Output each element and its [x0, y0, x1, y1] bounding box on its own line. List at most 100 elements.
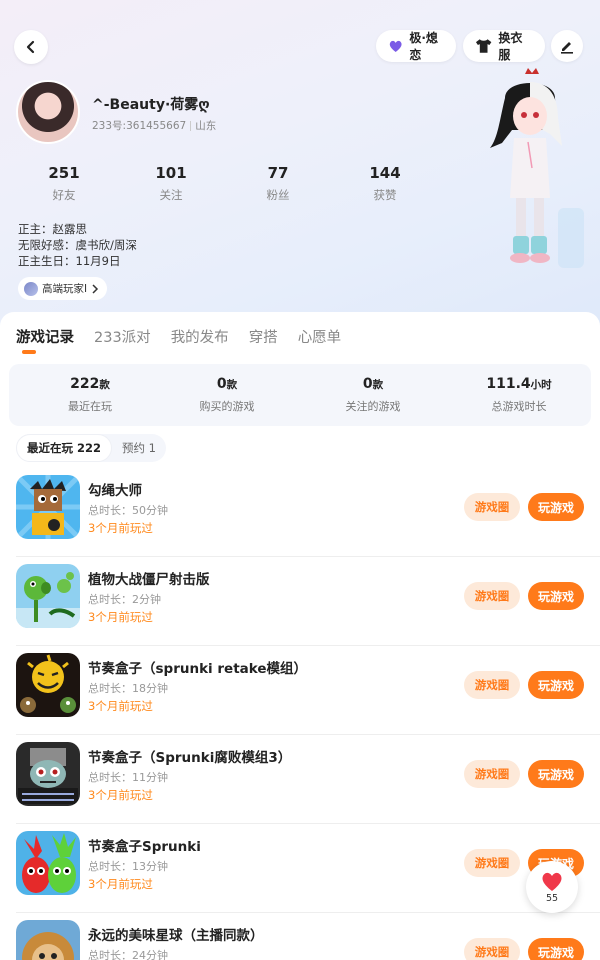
- game-last-played: 3个月前玩过: [88, 521, 153, 535]
- summary-recent[interactable]: 222款 最近在玩: [20, 376, 160, 414]
- summary-unit: 款: [99, 379, 110, 391]
- game-row[interactable]: 勾绳大师 总时长：50分钟 3个月前玩过 游戏圈 玩游戏: [0, 468, 600, 557]
- game-last-played: 3个月前玩过: [88, 877, 153, 891]
- chevron-right-icon: [92, 283, 99, 294]
- like-count: 55: [545, 893, 559, 904]
- game-row[interactable]: 永远的美味星球（主播同款） 总时长：24分钟 游戏圈 玩游戏: [0, 913, 600, 960]
- stat-followers[interactable]: 77 粉丝: [238, 164, 318, 203]
- summary-purchased[interactable]: 0款 购买的游戏: [157, 376, 297, 414]
- nickname: ^-Beauty·荷雾ღ: [92, 97, 210, 113]
- chevron-left-icon: [26, 40, 35, 54]
- play-game-button[interactable]: 玩游戏: [528, 582, 584, 610]
- summary-value: 0: [216, 376, 227, 392]
- game-row[interactable]: 节奏盒子（sprunki retake模组） 总时长：18分钟 3个月前玩过 游…: [0, 646, 600, 735]
- summary-total-time[interactable]: 111.4小时 总游戏时长: [449, 376, 589, 414]
- tab-wishlist[interactable]: 心愿单: [298, 326, 342, 347]
- tshirt-icon: [475, 39, 492, 53]
- summary-label: 关注的游戏: [345, 400, 401, 413]
- summary-followed[interactable]: 0款 关注的游戏: [303, 376, 443, 414]
- game-title: 勾绳大师: [88, 483, 142, 499]
- tab-game-records[interactable]: 游戏记录: [16, 326, 74, 347]
- stat-label: 获赞: [373, 188, 397, 202]
- play-game-button[interactable]: 玩游戏: [528, 760, 584, 788]
- game-last-played: 3个月前玩过: [88, 788, 153, 802]
- game-icon-rope-master: [16, 475, 80, 539]
- game-last-played: 3个月前玩过: [88, 699, 153, 713]
- game-icon-tasty-planet: [16, 920, 80, 960]
- avatar[interactable]: [16, 80, 80, 144]
- filter-recent[interactable]: 最近在玩 222: [16, 434, 113, 462]
- game-last-played: 3个月前玩过: [88, 610, 153, 624]
- game-icon-sprunki-retake: [16, 653, 80, 717]
- stat-label: 关注: [159, 188, 183, 202]
- game-circle-button[interactable]: 游戏圈: [464, 760, 520, 788]
- tab-233-party[interactable]: 233派对: [94, 326, 151, 347]
- stat-label: 粉丝: [266, 188, 290, 202]
- game-row[interactable]: 植物大战僵尸射击版 总时长：2分钟 3个月前玩过 游戏圈 玩游戏: [0, 557, 600, 646]
- content-panel: 游戏记录 233派对 我的发布 穿搭 心愿单 222款 最近在玩 0款 购买的游…: [0, 312, 600, 960]
- stat-following[interactable]: 101 关注: [131, 164, 211, 203]
- play-game-button[interactable]: 玩游戏: [528, 493, 584, 521]
- game-row[interactable]: 节奏盒子（Sprunki腐败模组3） 总时长：11分钟 3个月前玩过 游戏圈 玩…: [0, 735, 600, 824]
- heart-icon: [389, 40, 402, 52]
- summary-unit: 款: [372, 379, 384, 391]
- change-outfit-label: 换衣服: [498, 31, 523, 62]
- edit-profile-button[interactable]: [551, 30, 583, 62]
- game-title: 节奏盒子（Sprunki腐败模组3）: [88, 750, 292, 766]
- game-list: 勾绳大师 总时长：50分钟 3个月前玩过 游戏圈 玩游戏 植物大战僵尸射击版 总…: [0, 468, 600, 960]
- badge-icon: [24, 281, 38, 296]
- game-title: 节奏盒子（sprunki retake模组）: [88, 661, 308, 677]
- summary-value: 222: [70, 376, 100, 392]
- game-icon-pvz-shooter: [16, 564, 80, 628]
- game-circle-button[interactable]: 游戏圈: [464, 671, 520, 699]
- game-title: 永远的美味星球（主播同款）: [88, 928, 264, 944]
- filter-reserved[interactable]: 预约 1: [112, 434, 166, 462]
- like-button[interactable]: 55: [526, 861, 578, 913]
- mood-label: 极·熄恋: [409, 31, 438, 62]
- uid-line: 233号:361455667 山东: [92, 118, 216, 133]
- bio-line: 正主：赵露思: [18, 222, 87, 236]
- back-button[interactable]: [14, 30, 48, 64]
- summary-value: 0: [362, 376, 373, 392]
- change-outfit-button[interactable]: 换衣服: [463, 30, 545, 62]
- game-title: 植物大战僵尸射击版: [88, 572, 210, 588]
- tab-outfits[interactable]: 穿搭: [249, 326, 278, 347]
- pencil-icon: [561, 42, 573, 54]
- game-circle-button[interactable]: 游戏圈: [464, 493, 520, 521]
- game-circle-button[interactable]: 游戏圈: [464, 938, 520, 960]
- play-game-button[interactable]: 玩游戏: [528, 938, 584, 960]
- stat-value: 77: [267, 164, 289, 182]
- summary-unit: 小时: [530, 379, 552, 391]
- summary-label: 总游戏时长: [491, 400, 547, 413]
- stat-value: 144: [369, 164, 401, 182]
- stat-likes[interactable]: 144 获赞: [345, 164, 425, 203]
- avatar-3d-character[interactable]: [470, 68, 590, 278]
- stat-friends[interactable]: 251 好友: [24, 164, 104, 203]
- stat-label: 好友: [52, 188, 76, 202]
- game-duration: 总时长：11分钟: [88, 771, 168, 784]
- summary-label: 购买的游戏: [199, 400, 255, 413]
- game-circle-button[interactable]: 游戏圈: [464, 582, 520, 610]
- region-text: 山东: [195, 120, 217, 132]
- tab-my-posts[interactable]: 我的发布: [171, 326, 229, 347]
- bio-line: 正主生日：11月9日: [18, 254, 121, 268]
- game-duration: 总时长：13分钟: [88, 860, 168, 873]
- summary-value: 111.4: [486, 376, 531, 392]
- play-game-button[interactable]: 玩游戏: [528, 671, 584, 699]
- profile-tabs: 游戏记录 233派对 我的发布 穿搭 心愿单: [16, 326, 341, 347]
- game-icon-sprunki: [16, 831, 80, 895]
- bio: 正主：赵露思 无限好感：虞书欣/周深 正主生日：11月9日: [18, 221, 137, 269]
- player-tag[interactable]: 高端玩家I: [18, 277, 108, 300]
- game-duration: 总时长：2分钟: [88, 593, 161, 606]
- summary-unit: 款: [226, 379, 238, 391]
- game-duration: 总时长：24分钟: [88, 949, 168, 960]
- game-circle-button[interactable]: 游戏圈: [464, 849, 520, 877]
- stat-value: 251: [48, 164, 80, 182]
- heart-icon: [542, 872, 562, 891]
- mood-button[interactable]: 极·熄恋: [376, 30, 456, 62]
- game-row[interactable]: 节奏盒子Sprunki 总时长：13分钟 3个月前玩过 游戏圈 玩游戏: [0, 824, 600, 913]
- player-tag-label: 高端玩家I: [42, 283, 88, 295]
- summary-label: 最近在玩: [68, 400, 112, 413]
- game-duration: 总时长：18分钟: [88, 682, 168, 695]
- game-title: 节奏盒子Sprunki: [88, 839, 201, 855]
